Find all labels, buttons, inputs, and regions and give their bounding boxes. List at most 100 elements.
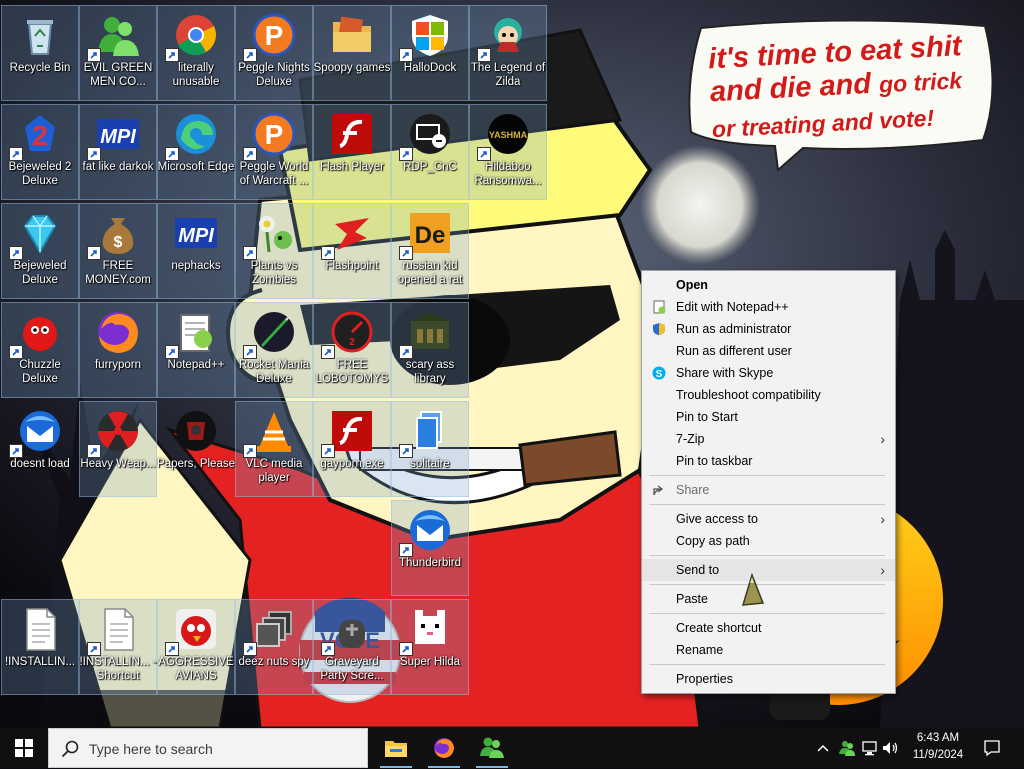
peggle-icon: P <box>243 12 297 62</box>
desktop-icon[interactable]: Recycle Bin <box>1 5 79 101</box>
menu-item-label: Share <box>676 483 710 497</box>
desktop-icon[interactable]: AGGRESSIVE AVIANS <box>157 599 235 695</box>
system-clock[interactable]: 6:43 AM 11/9/2024 <box>900 730 976 766</box>
desktop-icon[interactable]: HalloDock <box>391 5 469 101</box>
desktop-icon-label: Heavy Weap... <box>80 458 156 470</box>
menu-item-troubleshoot-compatibility[interactable]: Troubleshoot compatibility <box>642 384 895 406</box>
menu-item-give-access-to[interactable]: Give access to › <box>642 508 895 530</box>
desktop-icon[interactable]: solitaire <box>391 401 469 497</box>
start-button[interactable] <box>0 728 48 768</box>
menu-item-pin-to-start[interactable]: Pin to Start <box>642 406 895 428</box>
windows-shield-icon <box>399 12 453 62</box>
menu-item-edit-with-notepad[interactable]: Edit with Notepad++ <box>642 296 895 318</box>
desktop-icon[interactable]: !INSTALLIN... - Shortcut <box>79 599 157 695</box>
desktop-icon[interactable]: Graveyard Party Scre... <box>313 599 391 695</box>
menu-item-run-as-different-user[interactable]: Run as different user <box>642 340 895 362</box>
desktop-icon[interactable]: furryporn <box>79 302 157 398</box>
desktop-icon[interactable]: Chuzzle Deluxe <box>1 302 79 398</box>
menu-item-open[interactable]: Open <box>642 274 895 296</box>
taskbar-file-explorer[interactable] <box>372 728 420 768</box>
desktop-icon[interactable]: P Peggle World of Warcraft ... <box>235 104 313 200</box>
desktop-icon[interactable]: The Legend of Zilda <box>469 5 547 101</box>
shortcut-arrow-icon <box>321 246 335 260</box>
desktop-icon[interactable]: Notepad++ <box>157 302 235 398</box>
menu-item-run-as-administrator[interactable]: Run as administrator <box>642 318 895 340</box>
messenger-people-icon <box>480 737 504 758</box>
menu-item-label: Send to <box>676 563 720 577</box>
shortcut-arrow-icon <box>87 147 101 161</box>
menu-item-create-shortcut[interactable]: Create shortcut <box>642 617 895 639</box>
action-center-button[interactable] <box>976 728 1008 768</box>
desktop-icon[interactable]: RDP_CnC <box>391 104 469 200</box>
menu-separator <box>649 613 885 614</box>
desktop-icon[interactable]: Flash Player <box>313 104 391 200</box>
taskbar-search-box[interactable] <box>48 728 368 769</box>
menu-item-rename[interactable]: Rename <box>642 639 895 661</box>
svg-text:MPI: MPI <box>100 126 136 148</box>
desktop-icon[interactable]: Flashpoint <box>313 203 391 299</box>
menu-item-copy-as-path[interactable]: Copy as path <box>642 530 895 552</box>
shortcut-arrow-icon <box>399 642 413 656</box>
messenger-people-icon <box>87 12 141 62</box>
search-input[interactable] <box>87 729 361 769</box>
desktop-icon[interactable]: doesnt load <box>1 401 79 497</box>
menu-item-label: Pin to Start <box>676 410 738 424</box>
desktop-icon[interactable]: Spoopy games <box>313 5 391 101</box>
desktop-icon[interactable]: EVIL GREEN MEN CO... <box>79 5 157 101</box>
desktop-icon[interactable]: Heavy Weap... <box>79 401 157 497</box>
desktop-icon[interactable]: YASHMA Hildaboo Ransomwa... <box>469 104 547 200</box>
taskbar-firefox[interactable] <box>420 728 468 768</box>
desktop-icon[interactable]: P Peggle Nights Deluxe <box>235 5 313 101</box>
desktop-icon[interactable]: Rocket Mania Deluxe <box>235 302 313 398</box>
menu-item-properties[interactable]: Properties <box>642 668 895 690</box>
desktop-icon-label: Papers, Please <box>157 458 235 470</box>
pixel-cat-icon <box>399 606 453 656</box>
desktop-icon[interactable]: Super Hilda <box>391 599 469 695</box>
show-hidden-icons-chevron-icon[interactable] <box>814 739 832 757</box>
desktop-icon[interactable]: gayporn.exe <box>313 401 391 497</box>
desktop-icon[interactable]: 2 FREE LOBOTOMYS <box>313 302 391 398</box>
desktop-icon-label: Notepad++ <box>167 359 225 371</box>
desktop-icon[interactable]: $ FREE MONEY.com <box>79 203 157 299</box>
shortcut-arrow-icon <box>477 147 491 161</box>
shortcut-arrow-icon <box>165 147 179 161</box>
menu-item-7-zip[interactable]: 7-Zip › <box>642 428 895 450</box>
network-icon[interactable] <box>861 739 879 757</box>
menu-item-paste[interactable]: Paste <box>642 588 895 610</box>
menu-separator <box>649 504 885 505</box>
shortcut-arrow-icon <box>87 444 101 458</box>
windows-logo-icon <box>15 739 33 757</box>
desktop-icon[interactable]: !INSTALLIN... <box>1 599 79 695</box>
volume-icon[interactable] <box>881 739 899 757</box>
desktop-icon[interactable]: VLC media player <box>235 401 313 497</box>
desktop-icon[interactable]: literally unusable <box>157 5 235 101</box>
desktop-icon[interactable]: Bejeweled Deluxe <box>1 203 79 299</box>
svg-text:P: P <box>265 119 284 150</box>
desktop-icon[interactable]: MPI nephacks <box>157 203 235 299</box>
submenu-arrow-icon: › <box>880 431 885 447</box>
shortcut-arrow-icon <box>477 48 491 62</box>
menu-item-share-with-skype[interactable]: S Share with Skype <box>642 362 895 384</box>
menu-item-pin-to-taskbar[interactable]: Pin to taskbar <box>642 450 895 472</box>
tray-messenger-icon[interactable] <box>838 739 856 757</box>
desktop-icon[interactable]: De russian kid opened a rat <box>391 203 469 299</box>
menu-item-label: Run as different user <box>676 344 792 358</box>
desktop-icon-label: HalloDock <box>403 62 457 74</box>
desktop-icon[interactable]: Microsoft Edge <box>157 104 235 200</box>
menu-item-send-to[interactable]: Send to › <box>642 559 895 581</box>
desktop-icon[interactable]: Plants vs Zombies <box>235 203 313 299</box>
desktop-icon[interactable]: deez nuts spy <box>235 599 313 695</box>
shortcut-arrow-icon <box>243 246 257 260</box>
gauge-icon: 2 <box>321 309 375 359</box>
desktop-icon[interactable]: scary ass library <box>391 302 469 398</box>
desktop-icon[interactable]: Papers, Please <box>157 401 235 497</box>
menu-item-label: Create shortcut <box>676 621 762 635</box>
desktop-icon-label: Thunderbird <box>398 557 461 569</box>
gem-icon <box>9 210 63 260</box>
taskbar-messenger[interactable] <box>468 728 516 768</box>
desktop-icon[interactable]: 2 Bejeweled 2 Deluxe <box>1 104 79 200</box>
desktop-icon[interactable]: MPI fat like darkok <box>79 104 157 200</box>
desktop-icon[interactable]: Thunderbird <box>391 500 469 596</box>
shortcut-arrow-icon <box>243 147 257 161</box>
shortcut-arrow-icon <box>243 48 257 62</box>
